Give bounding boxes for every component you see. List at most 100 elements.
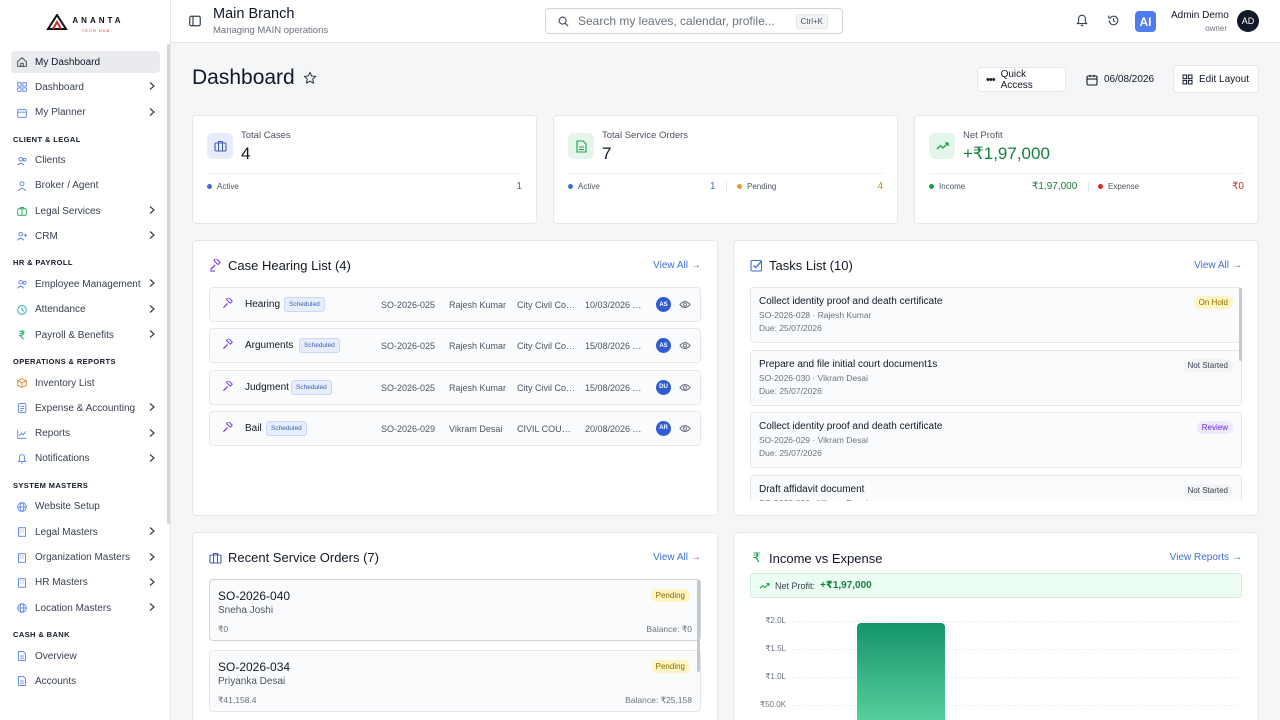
task-item[interactable]: Collect identity proof and death certifi… bbox=[750, 287, 1242, 343]
sidebar-item-overview[interactable]: Overview bbox=[11, 645, 160, 667]
hearing-client: Rajesh Kumar bbox=[449, 382, 507, 393]
stat-card-total-cases[interactable]: Total Cases 4 Active 1 bbox=[192, 115, 537, 224]
hearing-row[interactable]: Arguments Scheduled SO-2026-025 Rajesh Kuma… bbox=[209, 328, 701, 364]
income-expense-card: ₹ Income vs Expense View Reports → Net Pr… bbox=[733, 532, 1259, 720]
calendar-icon bbox=[1086, 74, 1098, 86]
service-order-item[interactable]: SO-2026-034 Priyanka Desai ₹41,158.4 Balanc… bbox=[209, 650, 701, 712]
sidebar-scrollbar[interactable] bbox=[167, 44, 170, 524]
search-shortcut: Ctrl+K bbox=[795, 14, 828, 29]
tasks-view-all-link[interactable]: View All → bbox=[1194, 260, 1242, 271]
sidebar-item-employee-management[interactable]: Employee Management bbox=[11, 273, 160, 295]
sidebar-item-payroll-benefits[interactable]: Payroll & Benefits bbox=[11, 324, 160, 346]
service-orders-view-all-link[interactable]: View All → bbox=[653, 552, 701, 563]
sidebar-item-clients[interactable]: Clients bbox=[11, 150, 160, 172]
search-input[interactable]: Search my leaves, calendar, profile... C… bbox=[545, 8, 843, 34]
sidebar-item-legal-masters[interactable]: Legal Masters bbox=[11, 521, 160, 543]
sidebar-item-my-planner[interactable]: My Planner bbox=[11, 102, 160, 124]
hearing-court: CIVIL COURT, ... bbox=[517, 423, 577, 434]
hearing-order-id: SO-2026-029 bbox=[381, 423, 436, 434]
ai-assistant-button[interactable]: AI bbox=[1135, 11, 1156, 32]
globe-icon bbox=[15, 601, 29, 615]
eye-icon[interactable] bbox=[679, 383, 691, 394]
eye-icon[interactable] bbox=[679, 300, 691, 311]
eye-icon[interactable] bbox=[679, 341, 691, 352]
clock-icon bbox=[15, 303, 29, 317]
users-icon bbox=[15, 277, 29, 291]
gavel-icon bbox=[210, 259, 221, 272]
case-hearing-title: Case Hearing List (4) bbox=[209, 258, 351, 273]
chevron-right-icon bbox=[148, 402, 156, 415]
sidebar-item-reports[interactable]: Reports bbox=[11, 423, 160, 445]
service-order-id: SO-2026-040 bbox=[218, 589, 291, 603]
hearing-row[interactable]: Hearing Scheduled SO-2026-025 Rajesh Kumar C… bbox=[209, 287, 701, 322]
sidebar-item-attendance[interactable]: Attendance bbox=[11, 299, 160, 321]
task-item[interactable]: Prepare and file initial court document1… bbox=[750, 349, 1242, 406]
sidebar-item-expense-accounting[interactable]: Expense & Accounting bbox=[11, 397, 160, 419]
sidebar-item-legal-services[interactable]: Legal Services bbox=[11, 200, 160, 222]
eye-icon[interactable] bbox=[679, 424, 691, 435]
brand-logo[interactable]: ANANTA TECH HUB bbox=[0, 0, 170, 43]
calendar-icon bbox=[15, 106, 29, 120]
stat-card-service-orders[interactable]: Total Service Orders 7 Active 1 Pending … bbox=[553, 115, 898, 224]
branch-subtitle: Managing MAIN operations bbox=[213, 25, 329, 36]
sidebar-item-broker-agent[interactable]: Broker / Agent bbox=[11, 175, 160, 197]
user-name[interactable]: Admin Demo bbox=[1171, 10, 1229, 21]
bell-icon bbox=[15, 452, 29, 466]
grid-icon bbox=[15, 80, 29, 94]
chevron-right-icon bbox=[148, 428, 156, 441]
sidebar-item-label: Payroll & Benefits bbox=[35, 329, 114, 341]
service-orders-scrollbar[interactable] bbox=[697, 580, 700, 672]
net-profit-value: +₹1,97,000 bbox=[820, 580, 872, 591]
date-picker-button[interactable]: 06/08/2026 bbox=[1077, 67, 1165, 92]
checkbox-icon bbox=[750, 259, 763, 272]
hearing-order-id: SO-2026-025 bbox=[381, 341, 436, 352]
bar-income[interactable] bbox=[857, 622, 945, 720]
service-order-balance: Balance: ₹25,158 bbox=[625, 695, 692, 705]
sidebar-item-label: Broker / Agent bbox=[35, 180, 99, 192]
sidebar-item-dashboard[interactable]: Dashboard bbox=[11, 76, 160, 98]
history-icon[interactable] bbox=[1107, 14, 1120, 32]
chevron-right-icon bbox=[148, 205, 156, 218]
rupee-icon bbox=[15, 328, 29, 342]
task-item[interactable]: Draft affidavit document SO-2026-030 · Vi… bbox=[750, 475, 1242, 501]
service-order-amount: ₹41,158.4 bbox=[218, 695, 257, 705]
document-icon bbox=[15, 649, 29, 663]
avatar[interactable]: AD bbox=[1237, 10, 1259, 32]
star-icon[interactable] bbox=[303, 71, 317, 90]
view-reports-link[interactable]: View Reports → bbox=[1170, 552, 1242, 563]
branch-name[interactable]: Main Branch bbox=[213, 6, 294, 22]
chevron-right-icon bbox=[148, 602, 156, 615]
hearing-row[interactable]: Bail Scheduled SO-2026-029 Vikram Desai CIVI… bbox=[209, 410, 701, 446]
sidebar-item-accounts[interactable]: Accounts bbox=[11, 670, 160, 692]
divider bbox=[207, 173, 522, 174]
sidebar-item-inventory-list[interactable]: Inventory List bbox=[11, 372, 160, 394]
chevron-right-icon bbox=[148, 577, 156, 590]
tasks-scrollbar[interactable] bbox=[1239, 288, 1242, 361]
trending-up-icon bbox=[929, 133, 955, 159]
sidebar-item-hr-masters[interactable]: HR Masters bbox=[11, 572, 160, 594]
stat-card-net-profit[interactable]: Net Profit +₹1,97,000 Income ₹1,97,000 E… bbox=[914, 115, 1259, 224]
sidebar-item-label: Reports bbox=[35, 428, 71, 440]
sidebar-item-organization-masters[interactable]: Organization Masters bbox=[11, 547, 160, 569]
edit-layout-button[interactable]: Edit Layout bbox=[1173, 65, 1259, 93]
briefcase-icon bbox=[207, 133, 233, 159]
task-meta: SO-2026-030 · Vikram Desai bbox=[759, 498, 868, 501]
task-item[interactable]: Collect identity proof and death certifi… bbox=[750, 412, 1242, 469]
hearing-row[interactable]: Judgment Scheduled SO-2026-025 Rajesh Kumar… bbox=[209, 369, 701, 405]
sidebar-item-crm[interactable]: CRM bbox=[11, 225, 160, 247]
building-icon bbox=[15, 576, 29, 590]
income-expense-title: ₹ Income vs Expense bbox=[750, 550, 882, 566]
quick-access-button[interactable]: ••• Quick Access bbox=[977, 67, 1066, 92]
task-list[interactable]: Collect identity proof and death certifi… bbox=[734, 286, 1258, 501]
sidebar-item-my-dashboard[interactable]: My Dashboard bbox=[11, 51, 160, 73]
sidebar-toggle-icon[interactable] bbox=[189, 14, 201, 32]
sidebar-item-notifications[interactable]: Notifications bbox=[11, 448, 160, 470]
stat-row-value: 1 bbox=[710, 181, 716, 192]
hearings-view-all-link[interactable]: View All → bbox=[653, 260, 701, 271]
service-order-item[interactable]: SO-2026-040 Sneha Joshi ₹0 Balance: ₹0 Pendi… bbox=[209, 579, 701, 641]
sidebar-item-location-masters[interactable]: Location Masters bbox=[11, 597, 160, 619]
sidebar-item-website-setup[interactable]: Website Setup bbox=[11, 496, 160, 518]
task-title: Collect identity proof and death certifi… bbox=[759, 296, 943, 307]
bell-icon[interactable] bbox=[1076, 14, 1088, 32]
layout-grid-icon bbox=[1182, 74, 1193, 84]
